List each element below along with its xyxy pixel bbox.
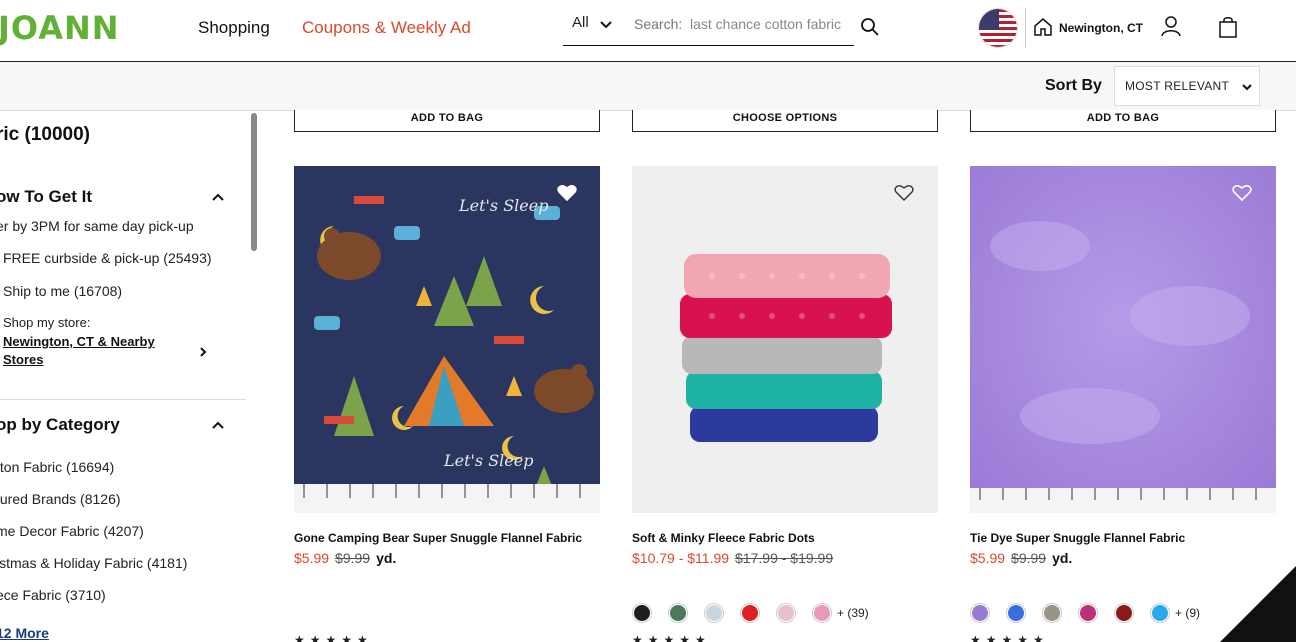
heart-icon[interactable] [557,184,577,202]
category-item[interactable]: ece Fabric (3710) [0,587,106,603]
joann-logo[interactable]: JOANN [0,9,120,47]
search-input[interactable]: last chance cotton fabric [690,16,841,32]
product-image-tie-dye[interactable] [970,166,1276,513]
us-flag-icon[interactable] [978,8,1018,48]
nav-coupons[interactable]: Coupons & Weekly Ad [302,18,471,38]
svg-text:Let's Sleep: Let's Sleep [458,196,548,215]
bag-icon[interactable] [1218,16,1238,38]
sort-label: Sort By [1045,77,1102,94]
color-swatch[interactable] [777,604,795,622]
color-swatch[interactable] [633,604,651,622]
shop-store-link[interactable]: Newington, CT & Nearby Stores [3,333,183,369]
sort-selected-value: MOST RELEVANT [1125,79,1230,93]
search-bar: All Search: last chance cotton fabric [563,8,854,46]
product-price: $10.79 - $11.99 $17.99 - $19.99 [632,550,833,566]
more-colors[interactable]: + (9) [1175,606,1200,620]
product-image-fleece[interactable] [632,166,938,513]
heart-icon[interactable] [1232,184,1252,202]
add-to-bag-button[interactable]: ADD TO BAG [294,110,600,132]
search-icon[interactable] [860,17,880,37]
original-price: $9.99 [335,550,371,566]
filter-ship-to-me[interactable]: Ship to me (16708) [3,283,122,299]
show-more-link[interactable]: 12 More [0,625,49,641]
product-name[interactable]: Gone Camping Bear Super Snuggle Flannel … [294,531,582,545]
category-item[interactable]: tured Brands (8126) [0,491,121,507]
sale-price: $5.99 [970,550,1006,566]
color-swatch[interactable] [1151,604,1169,622]
sale-price: $10.79 - $11.99 [632,550,730,566]
color-swatch[interactable] [741,604,759,622]
product-image-camping[interactable]: Let's Sleep Let's Sleep [294,166,600,513]
color-swatch[interactable] [1007,604,1025,622]
svg-text:Let's Sleep: Let's Sleep [443,451,533,470]
color-swatch[interactable] [1079,604,1097,622]
chevron-up-icon[interactable] [211,192,225,202]
chevron-down-icon [1242,84,1252,91]
heart-icon[interactable] [894,184,914,202]
result-title: ric (10000) [0,124,91,145]
color-swatch[interactable] [1043,604,1061,622]
home-icon[interactable] [1033,17,1053,37]
color-swatch[interactable] [1115,604,1133,622]
filter-curbside[interactable]: FREE curbside & pick-up (25493) [3,250,212,266]
category-item[interactable]: me Decor Fabric (4207) [0,523,144,539]
color-swatch[interactable] [971,604,989,622]
color-swatches: + (39) [633,604,869,622]
category-heading[interactable]: op by Category [0,415,120,435]
original-price: $17.99 - $19.99 [735,550,834,566]
header-divider [1025,8,1026,48]
search-category[interactable]: All [572,14,589,31]
product-price: $5.99 $9.99 yd. [970,550,1072,566]
chevron-up-icon[interactable] [211,420,225,430]
chevron-down-icon[interactable] [599,18,613,32]
search-label: Search: [634,16,683,32]
category-item[interactable]: tton Fabric (16694) [0,459,114,475]
pickup-note: er by 3PM for same day pick-up [0,218,194,234]
rating-stars: ★★★★★ [294,633,373,642]
original-price: $9.99 [1011,550,1047,566]
color-swatches: + (9) [971,604,1200,622]
price-unit: yd. [1052,550,1073,566]
product-name[interactable]: Soft & Minky Fleece Fabric Dots [632,531,815,545]
chevron-right-icon[interactable] [198,346,208,358]
store-location[interactable]: Newington, CT [1059,21,1143,35]
color-swatch[interactable] [669,604,687,622]
sort-select[interactable]: MOST RELEVANT [1114,66,1260,106]
color-swatch[interactable] [705,604,723,622]
price-unit: yd. [376,550,397,566]
sale-price: $5.99 [294,550,330,566]
how-to-get-it-heading[interactable]: ow To Get It [0,187,92,207]
filter-sidebar: ric (10000) ow To Get It er by 3PM for s… [0,111,260,642]
choose-options-button[interactable]: CHOOSE OPTIONS [632,110,938,132]
site-header: JOANN Shopping Coupons & Weekly Ad All S… [0,0,1296,62]
shop-store-label: Shop my store: [3,315,91,330]
sidebar-divider [0,399,246,400]
user-icon[interactable] [1160,15,1182,37]
rating-stars: ★★★★★ [632,633,711,642]
nav-shopping[interactable]: Shopping [198,18,270,38]
sidebar-scrollbar[interactable] [251,113,257,251]
category-item[interactable]: istmas & Holiday Fabric (4181) [0,555,187,571]
add-to-bag-button[interactable]: ADD TO BAG [970,110,1276,132]
product-price: $5.99 $9.99 yd. [294,550,396,566]
product-name[interactable]: Tie Dye Super Snuggle Flannel Fabric [970,531,1185,545]
sort-bar: Sort By MOST RELEVANT [0,62,1296,111]
more-colors[interactable]: + (39) [837,606,869,620]
rating-stars: ★★★★★ [970,633,1049,642]
color-swatch[interactable] [813,604,831,622]
